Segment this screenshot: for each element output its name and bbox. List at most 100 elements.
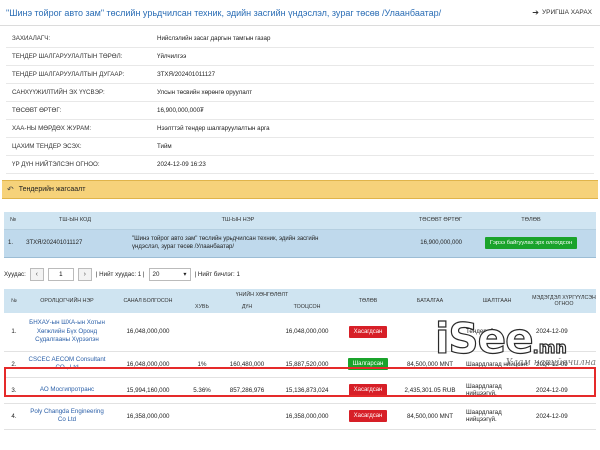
discount-percent: 5.36%	[186, 377, 218, 404]
back-label: УРИГША ХАРАХ	[542, 9, 592, 16]
offered-price: 15,994,160,000	[110, 377, 186, 404]
notice-date: 2024-12-09	[532, 313, 596, 352]
tender-code: ЗТХЯ/202401011127	[22, 229, 128, 258]
table-header-row: № ОРОЛЦОГЧИЙН НЭР САНАЛ БОЛГОСОН ҮНИЙН Х…	[4, 289, 596, 313]
tender-table: № ТШ-ЫН КОД ТШ-ЫН НЭР ТӨСӨВТ ӨРТӨГ ТӨЛӨВ…	[4, 212, 596, 258]
next-page-button[interactable]: ›	[77, 267, 92, 281]
column-header: ТШ-ЫН НЭР	[128, 212, 348, 230]
info-row: ҮР ДҮН НИЙТЭЛСЭН ОГНОО: 2024-12-09 16:23	[6, 156, 594, 174]
calculated-price: 15,887,520,000	[276, 351, 338, 378]
tender-list-section[interactable]: ↶ Тендерийн жагсаалт	[2, 180, 598, 199]
guarantee: 84,500,000 MNT	[398, 403, 462, 430]
tender-cost: 16,900,000,000	[348, 229, 466, 258]
guarantee: 84,500,000 MNT	[398, 351, 462, 378]
section-title: Тендерийн жагсаалт	[18, 186, 86, 193]
tender-name[interactable]: "Шинэ тойрог авто зам" төслийн урьдчилса…	[128, 229, 348, 258]
discount-amount: 857,286,976	[218, 377, 276, 404]
info-value: Үйлчилгээ	[157, 53, 187, 60]
info-value: Нээлттэй тендер шалгаруулалтын арга	[157, 125, 270, 132]
offered-price: 16,048,000,000	[110, 313, 186, 352]
table-row[interactable]: 1. ЗТХЯ/202401011127 "Шинэ тойрог авто з…	[4, 229, 596, 258]
discount-amount	[218, 403, 276, 430]
page-label: Хуудас:	[4, 270, 26, 278]
offered-price: 16,048,000,000	[110, 351, 186, 378]
status-cell: Хасагдсан	[338, 313, 398, 352]
row-number: 2.	[4, 351, 24, 378]
guarantee: 2,435,301.05 RUB	[398, 377, 462, 404]
arrow-left-icon: ➔	[532, 8, 539, 17]
column-header: ТӨЛӨВ	[338, 289, 398, 313]
row-number: 4.	[4, 403, 24, 430]
info-row: ТЕНДЕР ШАЛГАРУУЛАЛТЫН ТӨРӨЛ: Үйлчилгээ	[6, 48, 594, 66]
column-header: №	[4, 289, 24, 313]
column-header: ҮНИЙН ХӨНГӨЛӨЛТ	[186, 289, 338, 301]
row-number: 3.	[4, 377, 24, 404]
bidder-name-link[interactable]: Poly Changda Engineering Co Ltd	[24, 403, 110, 430]
info-value: Тийм	[157, 143, 172, 150]
column-header: ТӨЛӨВ	[466, 212, 596, 230]
info-label: САНХҮҮЖИЛТИЙН ЭХ ҮҮСВЭР:	[12, 89, 105, 96]
column-header: ОРОЛЦОГЧИЙН НЭР	[24, 289, 110, 313]
info-row: ЗАХИАЛАГЧ: Нийслэлийн засаг даргын тамгын…	[6, 30, 594, 48]
bidder-name-link[interactable]: БНХАУ-ын ШХА-ын Хотын Хөгжлийн Бүх Оронд…	[24, 313, 110, 352]
info-label: ҮР ДҮН НИЙТЭЛСЭН ОГНОО:	[12, 161, 100, 168]
column-header: МЭДЭГДЭЛ ХҮРГҮҮЛСЭН ОГНОО	[532, 289, 596, 313]
row-number: 1.	[4, 229, 22, 258]
table-row[interactable]: 3. АО Мосгипротранс 15,994,160,000 5.36%…	[4, 377, 596, 404]
info-label: ХАА-НЫ МӨРДӨХ ЖУРАМ:	[12, 125, 92, 132]
guarantee	[398, 313, 462, 352]
status-badge[interactable]: Хасагдсан	[348, 384, 388, 396]
status-badge[interactable]: Шалгарсан	[347, 358, 389, 370]
per-page-select[interactable]: 20 ▾	[148, 267, 191, 281]
calculated-price: 15,136,873,024	[276, 377, 338, 404]
reason: Шаардлагад нийцсэн.	[462, 351, 532, 378]
column-header: БАТАЛГАА	[398, 289, 462, 313]
total-pages-label: | Нийт хуудас: 1 |	[95, 270, 145, 278]
column-header: ДҮН	[218, 301, 276, 313]
bidder-name-link[interactable]: CSCEC AECOM Consultant CO., Ltd	[24, 351, 110, 378]
info-label: ТӨСӨВТ ӨРТӨГ:	[12, 107, 62, 114]
bids-table: № ОРОЛЦОГЧИЙН НЭР САНАЛ БОЛГОСОН ҮНИЙН Х…	[4, 289, 596, 430]
reason: Шаардлагад нийцээгүй.	[462, 403, 532, 430]
info-value: Улсын төсвийн хөрөнгө оруулалт	[157, 89, 253, 96]
info-value: ЗТХЯ/202401011127	[157, 71, 216, 78]
table-row[interactable]: 4. Poly Changda Engineering Co Ltd 16,35…	[4, 403, 596, 430]
discount-percent	[186, 313, 218, 352]
column-header: ТООЦСОН	[276, 301, 338, 313]
per-page-value: 20	[152, 270, 160, 278]
row-number: 1.	[4, 313, 24, 352]
table-row[interactable]: 1. БНХАУ-ын ШХА-ын Хотын Хөгжлийн Бүх Ор…	[4, 313, 596, 352]
status-badge[interactable]: Гэрээ байгуулах эрх олгогдсон	[484, 237, 578, 249]
tender-status-cell: Гэрээ байгуулах эрх олгогдсон	[466, 229, 596, 258]
info-value: Нийслэлийн засаг даргын тамгын газар	[157, 35, 271, 42]
info-value: 16,900,000,000₮	[157, 107, 204, 114]
status-cell: Хасагдсан	[338, 403, 398, 430]
table-row[interactable]: 2. CSCEC AECOM Consultant CO., Ltd 16,04…	[4, 351, 596, 378]
info-row: ХАА-НЫ МӨРДӨХ ЖУРАМ: Нээлттэй тендер шалг…	[6, 120, 594, 138]
notice-date: 2024-12-09	[532, 403, 596, 430]
reason: Шаардлагад нийцээгүй.	[462, 377, 532, 404]
column-header: ХУВЬ	[186, 301, 218, 313]
info-label: ТЕНДЕР ШАЛГАРУУЛАЛТЫН ТӨРӨЛ:	[12, 53, 123, 60]
pagination: Хуудас: ‹ › | Нийт хуудас: 1 | 20 ▾ | Ни…	[4, 266, 240, 282]
page-header: "Шинэ тойрог авто зам" төслийн урьдчилса…	[0, 0, 600, 26]
bidder-name-link[interactable]: АО Мосгипротранс	[24, 377, 110, 404]
status-badge[interactable]: Хасагдсан	[348, 325, 388, 338]
notice-date: 2024-12-09	[532, 351, 596, 378]
page-title: "Шинэ тойрог авто зам" төслийн урьдчилса…	[6, 7, 442, 18]
info-row: ЦАХИМ ТЕНДЕР ЭСЭХ: Тийм	[6, 138, 594, 156]
page-input[interactable]	[47, 267, 74, 281]
prev-page-button[interactable]: ‹	[29, 267, 44, 281]
column-header: ТШ-ЫН КОД	[22, 212, 128, 230]
arrow-back-icon: ↶	[7, 185, 14, 194]
calculated-price: 16,358,000,000	[276, 403, 338, 430]
column-header: №	[4, 212, 22, 230]
discount-amount: 160,480,000	[218, 351, 276, 378]
status-badge[interactable]: Хасагдсан	[348, 410, 388, 422]
column-header: ТӨСӨВТ ӨРТӨГ	[348, 212, 466, 230]
back-button[interactable]: ➔ УРИГША ХАРАХ	[532, 8, 592, 17]
calculated-price: 16,048,000,000	[276, 313, 338, 352]
offered-price: 16,358,000,000	[110, 403, 186, 430]
notice-date: 2024-12-09	[532, 377, 596, 404]
info-row: ТЕНДЕР ШАЛГАРУУЛАЛТЫН ДУГААР: ЗТХЯ/202401…	[6, 66, 594, 84]
